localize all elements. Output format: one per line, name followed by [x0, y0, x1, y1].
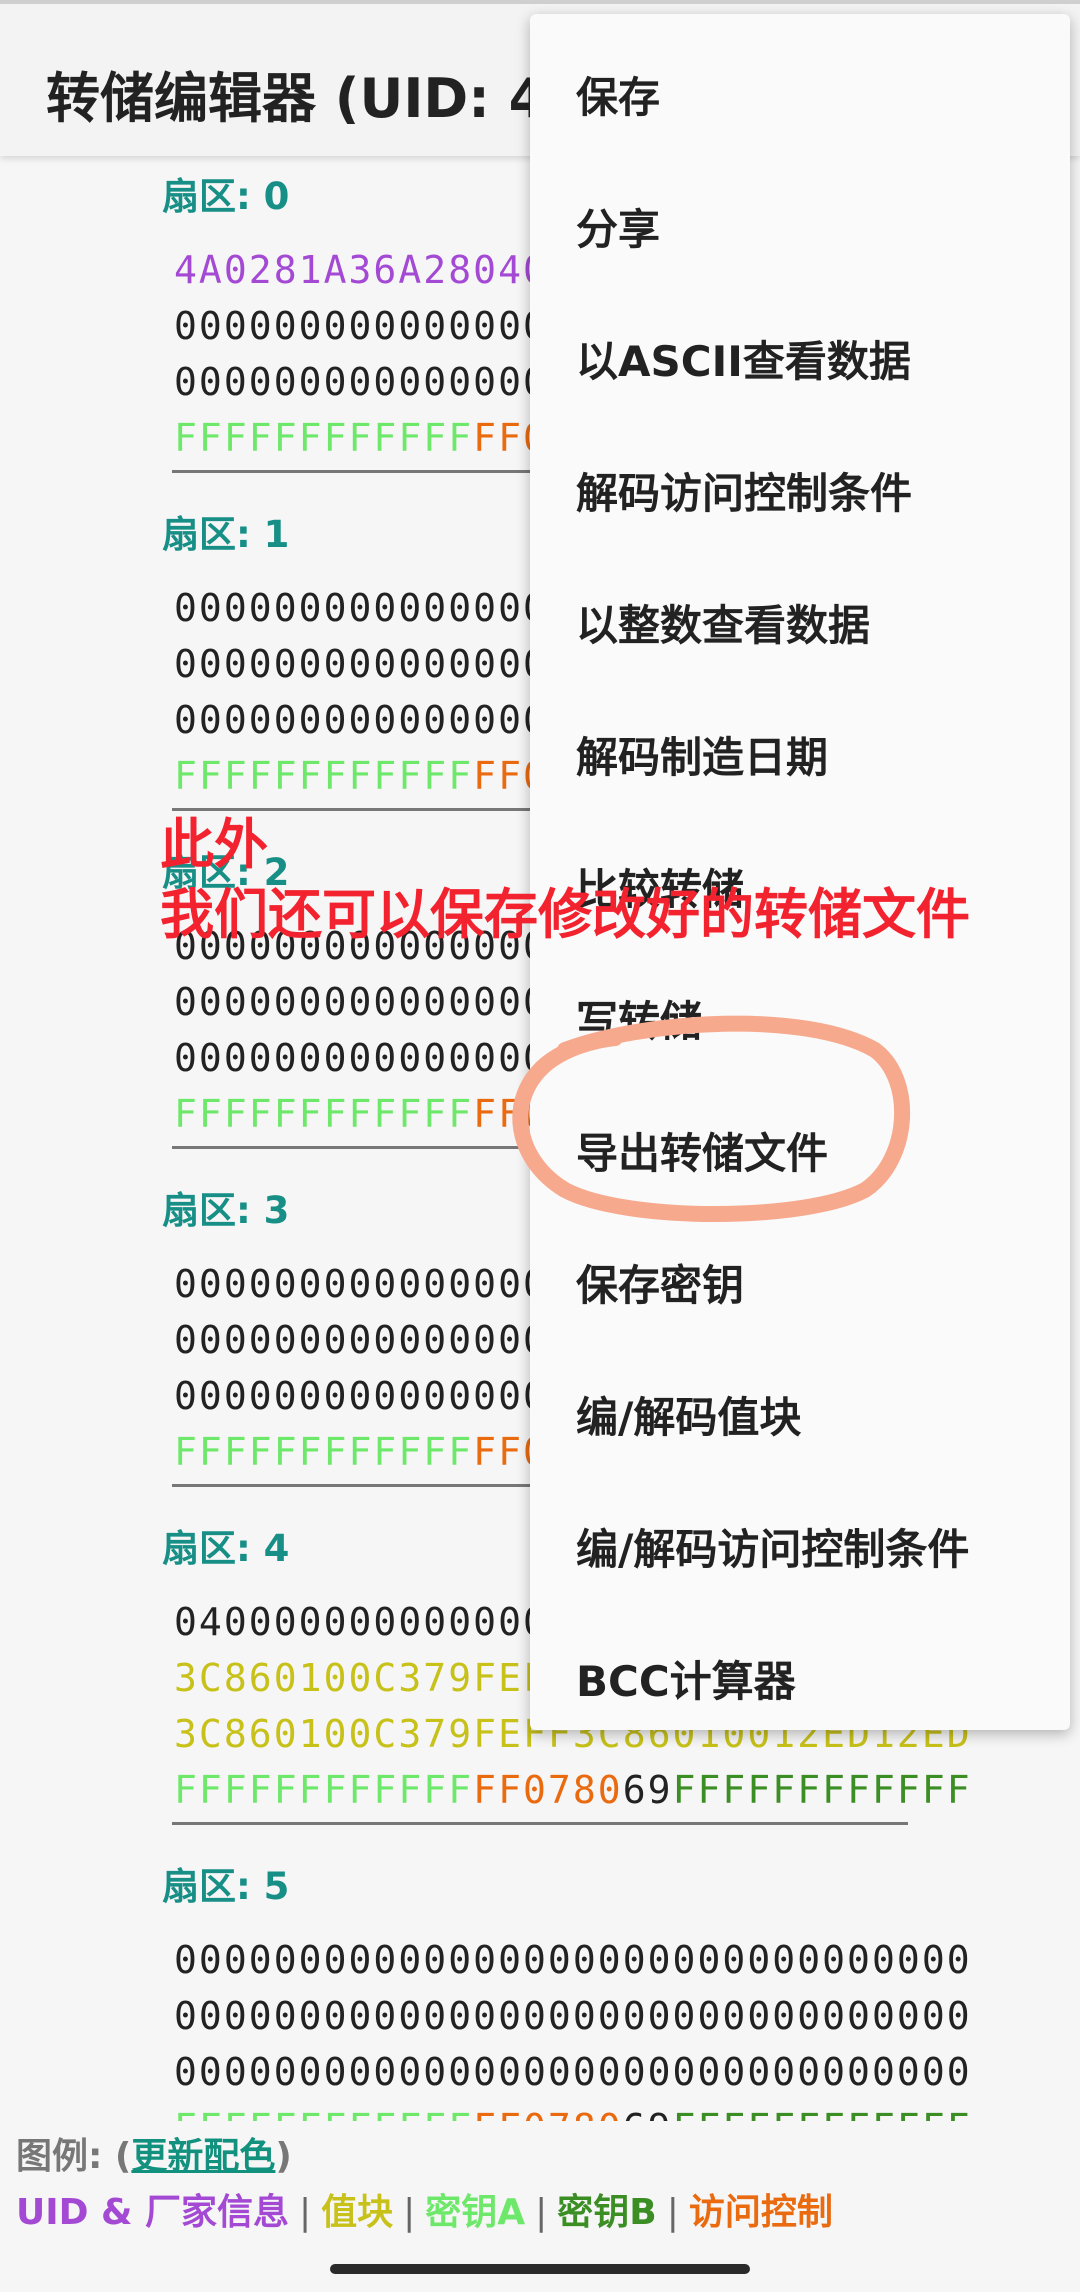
menu-item-label: 编/解码访问控制条件 — [576, 1525, 970, 1574]
hex-segment: FFFFFFFFFFFF — [174, 2106, 473, 2121]
menu-item[interactable]: 解码访问控制条件 — [530, 422, 1070, 554]
sector-block: 扇区: 5 00000000000000000000000000000000 000… — [0, 1846, 1080, 2121]
block-row[interactable]: 00000000000000000000000000000000 — [174, 1988, 972, 2044]
hex-segment: FFFFFFFFFFFF — [174, 754, 474, 798]
color-legend: 图例: (更新配色) UID & 厂家信息 | 值块 | 密钥A | 密钥B | 访问控制 — [0, 2121, 1080, 2251]
sector-divider — [172, 1822, 908, 1825]
menu-item-label: 解码访问控制条件 — [576, 469, 913, 518]
legend-separator: | — [666, 2192, 679, 2233]
hex-segment: 00000000000000000000000000000000 — [174, 1938, 972, 1982]
annotation-line-1: 此外 — [160, 813, 268, 876]
block-row[interactable]: 00000000000000000000000000000000 — [174, 1932, 972, 1988]
legend-separator: | — [298, 2192, 312, 2233]
annotation-line-2: 我们还可以保存修改好的转储文件 — [160, 883, 970, 946]
hex-segment: FF0780 — [473, 2106, 623, 2121]
hex-segment: FFFFFFFFFFFF — [672, 1768, 972, 1812]
menu-item-label: 以整数查看数据 — [576, 601, 871, 650]
legend-items: UID & 厂家信息 | 值块 | 密钥A | 密钥B | 访问控制 — [16, 2183, 833, 2235]
menu-item[interactable]: 保存 — [530, 26, 1070, 158]
menu-item[interactable]: 编/解码值块 — [530, 1346, 1070, 1478]
hex-segment: FFFFFFFFFFFF — [673, 2106, 972, 2121]
menu-item-label: 以ASCII查看数据 — [576, 337, 911, 386]
sector-title: 扇区: 0 — [162, 175, 290, 218]
gesture-nav-handle[interactable] — [330, 2264, 750, 2274]
sector-title: 扇区: 5 — [162, 1865, 290, 1908]
hex-segment: FFFFFFFFFFFF — [174, 1092, 474, 1136]
sector-title: 扇区: 4 — [162, 1527, 290, 1570]
legend-suffix: ) — [275, 2136, 292, 2177]
legend-separator: | — [403, 2192, 416, 2233]
legend-prefix: 图例: ( — [16, 2136, 132, 2177]
block-row[interactable]: 00000000000000000000000000000000 — [174, 2044, 972, 2100]
menu-item-label: 分享 — [576, 205, 661, 254]
menu-item[interactable]: 导出转储文件 — [530, 1082, 1070, 1214]
menu-item[interactable]: 解码制造日期 — [530, 686, 1070, 818]
menu-item-label: 解码制造日期 — [576, 733, 829, 782]
hex-segment: 00000000000000000000000000000000 — [174, 1994, 972, 2038]
legend-item: 密钥A — [425, 2192, 526, 2233]
legend-header: 图例: (更新配色) — [16, 2127, 292, 2179]
menu-item[interactable]: 保存密钥 — [530, 1214, 1070, 1346]
hex-segment: 69 — [622, 1768, 673, 1812]
sector-title: 扇区: 3 — [162, 1189, 290, 1232]
menu-item-label: BCC计算器 — [576, 1657, 796, 1706]
menu-item[interactable]: 编/解码访问控制条件 — [530, 1478, 1070, 1610]
block-row[interactable]: FFFFFFFFFFFFFF078069FFFFFFFFFFFF — [174, 1762, 972, 1818]
legend-item: 访问控制 — [688, 2192, 833, 2233]
sector-title: 扇区: 1 — [162, 513, 290, 556]
menu-item[interactable]: 以整数查看数据 — [530, 554, 1070, 686]
update-colors-link[interactable]: 更新配色 — [131, 2136, 275, 2177]
hex-segment: FFFFFFFFFFFF — [174, 1430, 474, 1474]
legend-item: 值块 — [321, 2192, 394, 2233]
menu-item-label: 编/解码值块 — [576, 1393, 802, 1442]
menu-item[interactable]: 以ASCII查看数据 — [530, 290, 1070, 422]
hex-segment: FFFFFFFFFFFF — [174, 416, 474, 460]
hex-segment: FFFFFFFFFFFF — [174, 1768, 474, 1812]
menu-item-label: 写转储 — [576, 997, 703, 1046]
menu-item-label: 保存 — [576, 73, 661, 122]
block-row[interactable]: FFFFFFFFFFFFFF078069FFFFFFFFFFFF — [174, 2100, 972, 2121]
hex-segment: 69 — [623, 2106, 673, 2121]
hex-segment: 00000000000000000000000000000000 — [174, 2050, 972, 2094]
legend-item: 密钥B — [557, 2192, 657, 2233]
menu-item[interactable]: BCC计算器 — [530, 1610, 1070, 1742]
legend-separator: | — [535, 2192, 548, 2233]
legend-item: UID & 厂家信息 — [16, 2192, 289, 2233]
menu-item-label: 保存密钥 — [576, 1261, 745, 1310]
menu-item-label: 导出转储文件 — [576, 1129, 829, 1178]
menu-item[interactable]: 分享 — [530, 158, 1070, 290]
hex-segment: FF0780 — [473, 1768, 623, 1812]
menu-item[interactable]: 写转储 — [530, 950, 1070, 1082]
